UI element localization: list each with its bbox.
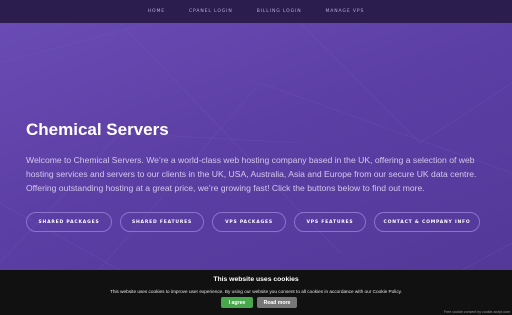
- cookie-banner-title: This website uses cookies: [213, 276, 299, 283]
- hero-description: Welcome to Chemical Servers. We’re a wor…: [26, 155, 477, 193]
- contact-company-info-button[interactable]: CONTACT & COMPANY INFO: [374, 212, 480, 232]
- cookie-attribution-link[interactable]: Free cookie consent by cookie-script.com: [444, 310, 510, 314]
- nav-cpanel-login[interactable]: CPANEL LOGIN: [177, 9, 245, 14]
- nav-billing-login[interactable]: BILLING LOGIN: [245, 9, 314, 14]
- cookie-consent-banner: This website uses cookies This website u…: [0, 270, 512, 315]
- shared-packages-button[interactable]: SHARED PACKAGES: [26, 212, 112, 232]
- hero-buttons: SHARED PACKAGES SHARED FEATURES VPS PACK…: [26, 212, 480, 232]
- vps-packages-button[interactable]: VPS PACKAGES: [212, 212, 286, 232]
- cookie-buttons: I agree Read more: [221, 297, 297, 308]
- nav-home[interactable]: HOME: [136, 9, 177, 14]
- page-title: Chemical Servers: [26, 120, 169, 139]
- cookie-banner-text: This website uses cookies to improve use…: [110, 289, 402, 294]
- nav-manage-vps[interactable]: MANAGE VPS: [314, 9, 377, 14]
- shared-features-button[interactable]: SHARED FEATURES: [120, 212, 204, 232]
- agree-button[interactable]: I agree: [221, 297, 253, 308]
- read-more-button[interactable]: Read more: [257, 297, 297, 308]
- top-navigation: HOME CPANEL LOGIN BILLING LOGIN MANAGE V…: [0, 0, 512, 23]
- vps-features-button[interactable]: VPS FEATURES: [294, 212, 366, 232]
